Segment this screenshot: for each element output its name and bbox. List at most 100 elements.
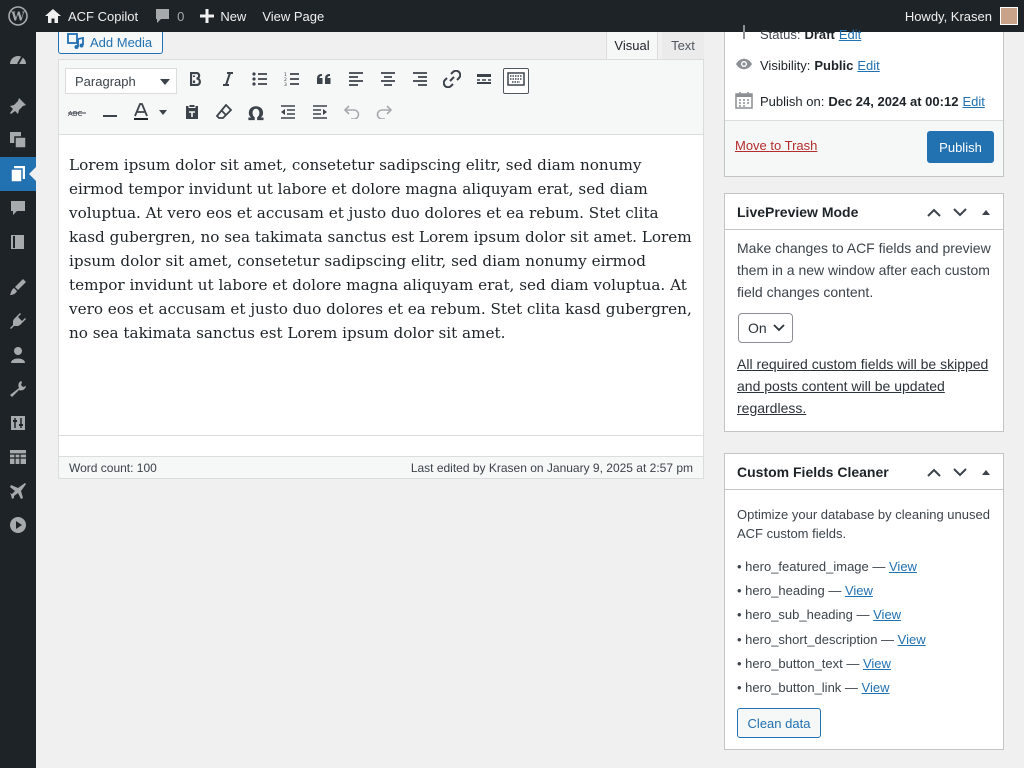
post-status-row: Status: Draft Edit <box>735 25 861 44</box>
wordpress-logo-icon[interactable]: W <box>0 0 36 32</box>
indent-icon <box>312 104 328 124</box>
edit-status-link[interactable]: Edit <box>839 27 861 42</box>
omega-icon: Ω <box>247 103 265 125</box>
pin-posts-icon[interactable] <box>0 89 36 123</box>
my-account-menu[interactable]: Howdy, Krasen <box>897 0 1024 32</box>
unused-fields-list: • hero_featured_image — View • hero_head… <box>737 555 995 700</box>
pages-icon[interactable] <box>0 157 36 191</box>
align-left-icon <box>348 71 364 91</box>
edit-visibility-link[interactable]: Edit <box>857 58 879 73</box>
publish-on-label: Publish on: <box>760 94 825 109</box>
align-center-button[interactable] <box>375 68 401 94</box>
word-count: Word count: 100 <box>69 460 157 475</box>
horizontal-line-button[interactable] <box>97 101 123 127</box>
view-field-link[interactable]: View <box>862 680 890 695</box>
numbered-list-button[interactable]: 123 <box>279 68 305 94</box>
new-content-link[interactable]: New <box>192 0 254 32</box>
plugins-icon[interactable] <box>0 304 36 338</box>
bold-button[interactable] <box>183 68 209 94</box>
svg-text:W: W <box>10 10 25 24</box>
move-down-icon[interactable] <box>947 194 973 230</box>
add-media-button[interactable]: Add Media <box>58 32 163 54</box>
outdent-button[interactable] <box>275 101 301 127</box>
read-more-icon <box>476 72 492 90</box>
publish-date-row: Publish on: Dec 24, 2024 at 00:12 Edit <box>735 91 985 112</box>
undo-button[interactable] <box>339 101 365 127</box>
read-more-button[interactable] <box>471 68 497 94</box>
align-left-button[interactable] <box>343 68 369 94</box>
list-item: • hero_button_link — View <box>737 679 890 695</box>
view-field-link[interactable]: View <box>898 632 926 647</box>
cleaner-header[interactable]: Custom Fields Cleaner <box>725 454 1003 490</box>
list-item: • hero_heading — View <box>737 583 873 599</box>
redo-button[interactable] <box>371 101 397 127</box>
tab-visual[interactable]: Visual <box>606 32 658 59</box>
bold-icon <box>189 71 202 91</box>
bullet-list-button[interactable] <box>247 68 273 94</box>
visibility-label: Visibility: <box>760 58 811 73</box>
book-icon[interactable] <box>0 225 36 259</box>
users-icon[interactable] <box>0 338 36 372</box>
avatar <box>1000 7 1018 25</box>
view-page-link[interactable]: View Page <box>254 0 332 32</box>
livepreview-title: LivePreview Mode <box>737 203 859 220</box>
toolbar-toggle-button[interactable] <box>503 68 529 94</box>
view-field-link[interactable]: View <box>873 607 901 622</box>
visibility-row: Visibility: Public Edit <box>735 58 880 73</box>
cleaner-description: Optimize your database by cleaning unuse… <box>737 507 990 541</box>
livepreview-select[interactable]: On <box>738 313 793 343</box>
text-color-button[interactable] <box>129 101 171 127</box>
media-music-icon <box>67 33 90 52</box>
list-item: • hero_button_text — View <box>737 655 891 671</box>
toggle-panel-icon[interactable] <box>973 194 999 230</box>
clean-data-button[interactable]: Clean data <box>737 708 821 738</box>
insert-link-button[interactable] <box>439 68 465 94</box>
bullet-list-icon <box>252 71 268 91</box>
align-right-button[interactable] <box>407 68 433 94</box>
italic-button[interactable] <box>215 68 241 94</box>
dashboard-icon[interactable] <box>0 43 36 77</box>
status-value: Draft <box>804 27 835 42</box>
publish-button[interactable]: Publish <box>927 131 994 163</box>
comments-link[interactable]: 0 <box>146 0 192 32</box>
strikethrough-button[interactable]: ABC <box>65 101 91 127</box>
blockquote-button[interactable] <box>311 68 337 94</box>
view-field-link[interactable]: View <box>889 559 917 574</box>
list-item: • hero_sub_heading — View <box>737 607 902 623</box>
list-item: • hero_featured_image — View <box>737 559 917 574</box>
box-controls <box>921 454 999 490</box>
comments-icon[interactable] <box>0 191 36 225</box>
field-name: hero_sub_heading <box>745 607 853 623</box>
appearance-brush-icon[interactable] <box>0 270 36 304</box>
view-field-link[interactable]: View <box>863 656 891 671</box>
view-field-link[interactable]: View <box>845 583 873 598</box>
box-controls <box>921 194 999 230</box>
move-to-trash-link[interactable]: Move to Trash <box>735 138 817 153</box>
tab-text[interactable]: Text <box>662 32 704 59</box>
play-icon[interactable] <box>0 508 36 542</box>
align-right-icon <box>412 71 428 91</box>
home-icon <box>44 8 62 24</box>
special-character-button[interactable]: Ω <box>243 101 269 127</box>
editor-content[interactable]: Lorem ipsum dolor sit amet, consetetur s… <box>58 135 704 435</box>
livepreview-header[interactable]: LivePreview Mode <box>725 194 1003 230</box>
tools-wrench-icon[interactable] <box>0 372 36 406</box>
toggle-panel-icon[interactable] <box>973 454 999 490</box>
settings-sliders-icon[interactable] <box>0 406 36 440</box>
edit-date-link[interactable]: Edit <box>962 94 984 109</box>
move-up-icon[interactable] <box>921 454 947 490</box>
move-up-icon[interactable] <box>921 194 947 230</box>
clipboard-icon <box>185 103 199 125</box>
move-down-icon[interactable] <box>947 454 973 490</box>
paste-as-text-button[interactable] <box>179 101 205 127</box>
fields-grid-icon[interactable] <box>0 440 36 474</box>
site-name-link[interactable]: ACF Copilot <box>36 0 146 32</box>
paragraph-format-select[interactable]: Paragraph <box>65 68 177 94</box>
custom-fields-cleaner-box: Custom Fields Cleaner Optimize your data… <box>724 453 1004 750</box>
airplane-icon[interactable] <box>0 474 36 508</box>
indent-button[interactable] <box>307 101 333 127</box>
livepreview-note-link[interactable]: All required custom fields will be skipp… <box>737 353 995 419</box>
media-icon[interactable] <box>0 123 36 157</box>
site-name: ACF Copilot <box>68 8 139 24</box>
clear-formatting-button[interactable] <box>211 101 237 127</box>
